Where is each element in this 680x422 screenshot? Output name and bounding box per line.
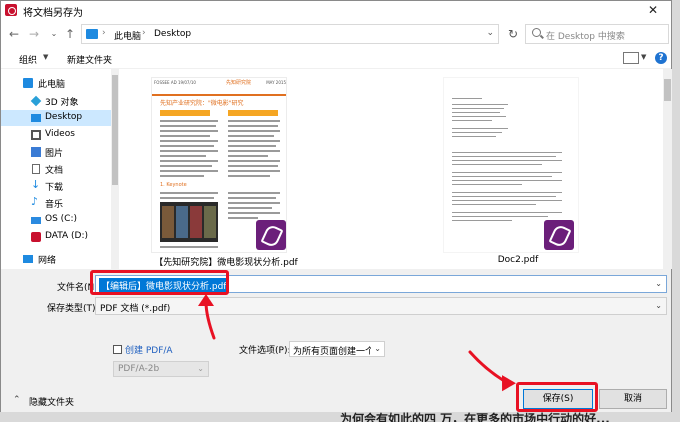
arrow-up-to-filename xyxy=(198,294,216,340)
background-document-text: 为何会有如此的四 万，在更多的市场中行动的好... xyxy=(340,412,610,422)
annotation-arrows xyxy=(198,294,516,392)
arrow-to-save-button xyxy=(468,350,516,392)
